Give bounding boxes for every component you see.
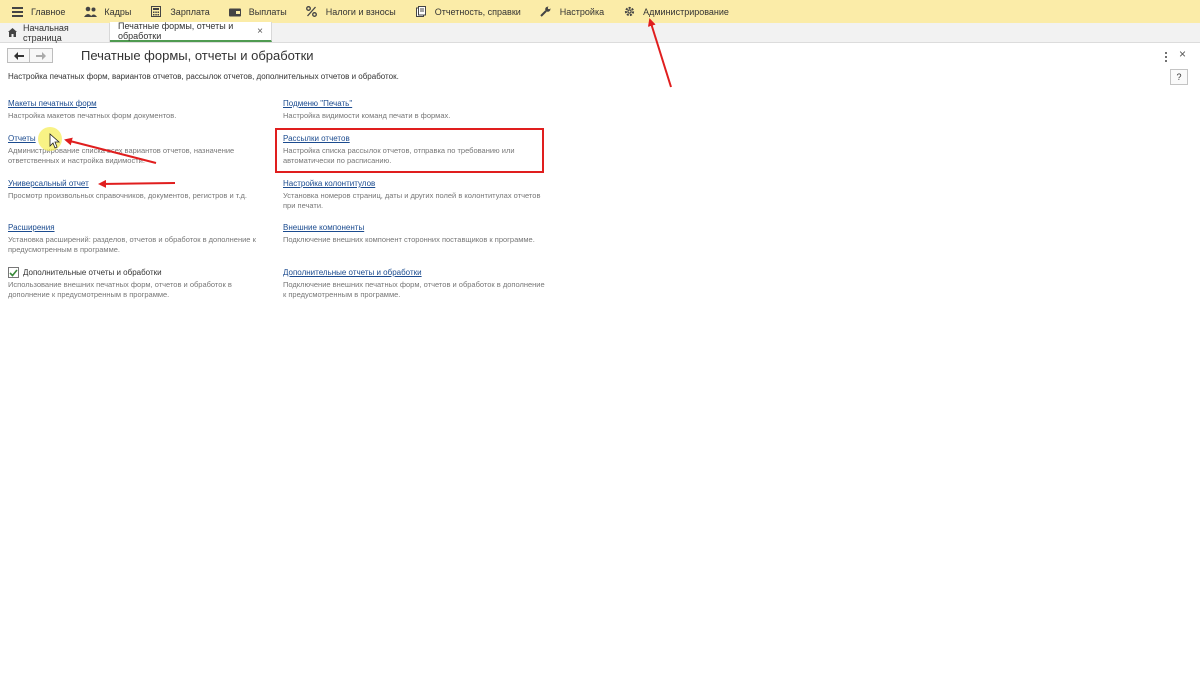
print-submenu-link[interactable]: Подменю "Печать" <box>283 98 548 109</box>
tab-print-forms[interactable]: Печатные формы, отчеты и обработки × <box>110 21 272 42</box>
list-item: Универсальный отчет Просмотр произвольны… <box>8 178 273 201</box>
menu-item-label: Зарплата <box>170 6 210 17</box>
list-item: Расширения Установка расширений: раздело… <box>8 222 273 255</box>
people-icon <box>83 6 97 18</box>
menu-item-label: Отчетность, справки <box>434 6 521 17</box>
tab-bar: Начальная страница Печатные формы, отчет… <box>0 21 1200 43</box>
list-item: Настройка колонтитулов Установка номеров… <box>283 178 548 211</box>
external-components-link[interactable]: Внешние компоненты <box>283 222 548 233</box>
item-description: Подключение внешних печатных форм, отчет… <box>283 280 545 299</box>
percent-icon <box>305 6 319 18</box>
menu-item-taxes[interactable]: Налоги и взносы <box>295 0 404 23</box>
help-button[interactable]: ? <box>1170 69 1188 85</box>
menu-item-label: Администрирование <box>643 6 729 17</box>
menu-item-reporting[interactable]: Отчетность, справки <box>404 0 529 23</box>
item-description: Просмотр произвольных справочников, доку… <box>8 191 247 200</box>
list-item: Дополнительные отчеты и обработки Исполь… <box>8 267 273 300</box>
gear-icon <box>622 6 636 18</box>
item-description: Настройка макетов печатных форм документ… <box>8 111 177 120</box>
back-button[interactable] <box>7 48 30 63</box>
tab-label: Печатные формы, отчеты и обработки <box>118 21 234 41</box>
close-window-icon[interactable]: × <box>1179 47 1186 61</box>
list-item: Подменю "Печать" Настройка видимости ком… <box>283 98 548 121</box>
home-icon <box>8 28 17 37</box>
additional-reports-link[interactable]: Дополнительные отчеты и обработки <box>283 267 548 278</box>
hamburger-icon <box>10 6 24 18</box>
list-item: Макеты печатных форм Настройка макетов п… <box>8 98 273 121</box>
main-menu-bar: Главное Кадры Зарплата Выплаты Налоги и … <box>0 0 1200 23</box>
menu-item-administration[interactable]: Администрирование <box>612 0 737 23</box>
more-actions-icon[interactable] <box>1163 50 1169 62</box>
item-description: Использование внешних печатных форм, отч… <box>8 280 232 299</box>
item-description: Подключение внешних компонент сторонних … <box>283 235 535 244</box>
wrench-icon <box>539 6 553 18</box>
tab-label: Начальная страница <box>23 22 69 43</box>
checkbox-label[interactable]: Дополнительные отчеты и обработки <box>23 268 162 277</box>
tab-home[interactable]: Начальная страница <box>0 22 110 43</box>
documents-icon <box>414 6 428 18</box>
wallet-icon <box>228 6 242 18</box>
menu-item-settings[interactable]: Настройка <box>529 0 612 23</box>
page-title: Печатные формы, отчеты и обработки <box>81 48 314 63</box>
list-item: Дополнительные отчеты и обработки Подклю… <box>283 267 548 300</box>
menu-item-payments[interactable]: Выплаты <box>218 0 295 23</box>
headers-footers-link[interactable]: Настройка колонтитулов <box>283 178 548 189</box>
menu-item-label: Кадры <box>104 6 132 17</box>
additional-reports-checkbox[interactable] <box>8 267 19 278</box>
menu-item-personnel[interactable]: Кадры <box>73 0 139 23</box>
navigation-buttons <box>7 48 53 63</box>
menu-item-label: Налоги и взносы <box>325 6 396 17</box>
list-item: Внешние компоненты Подключение внешних к… <box>283 222 548 245</box>
menu-item-salary[interactable]: Зарплата <box>139 0 217 23</box>
universal-report-link[interactable]: Универсальный отчет <box>8 178 273 189</box>
page-description: Настройка печатных форм, вариантов отчет… <box>8 72 399 81</box>
calculator-icon <box>149 6 163 18</box>
print-form-templates-link[interactable]: Макеты печатных форм <box>8 98 273 109</box>
item-description: Установка номеров страниц, даты и других… <box>283 191 541 210</box>
forward-button[interactable] <box>30 48 53 63</box>
annotation-highlight-box <box>275 128 544 173</box>
arrow-left-icon <box>13 51 24 60</box>
extensions-link[interactable]: Расширения <box>8 222 273 233</box>
arrow-right-icon <box>36 51 46 60</box>
menu-item-main[interactable]: Главное <box>0 0 73 23</box>
cursor-highlight <box>38 127 62 151</box>
item-description: Настройка видимости команд печати в форм… <box>283 111 451 120</box>
menu-item-label: Выплаты <box>248 6 287 17</box>
menu-item-label: Главное <box>31 6 66 17</box>
menu-item-label: Настройка <box>559 6 605 17</box>
item-description: Установка расширений: разделов, отчетов … <box>8 235 256 254</box>
close-tab-icon[interactable]: × <box>257 26 263 37</box>
